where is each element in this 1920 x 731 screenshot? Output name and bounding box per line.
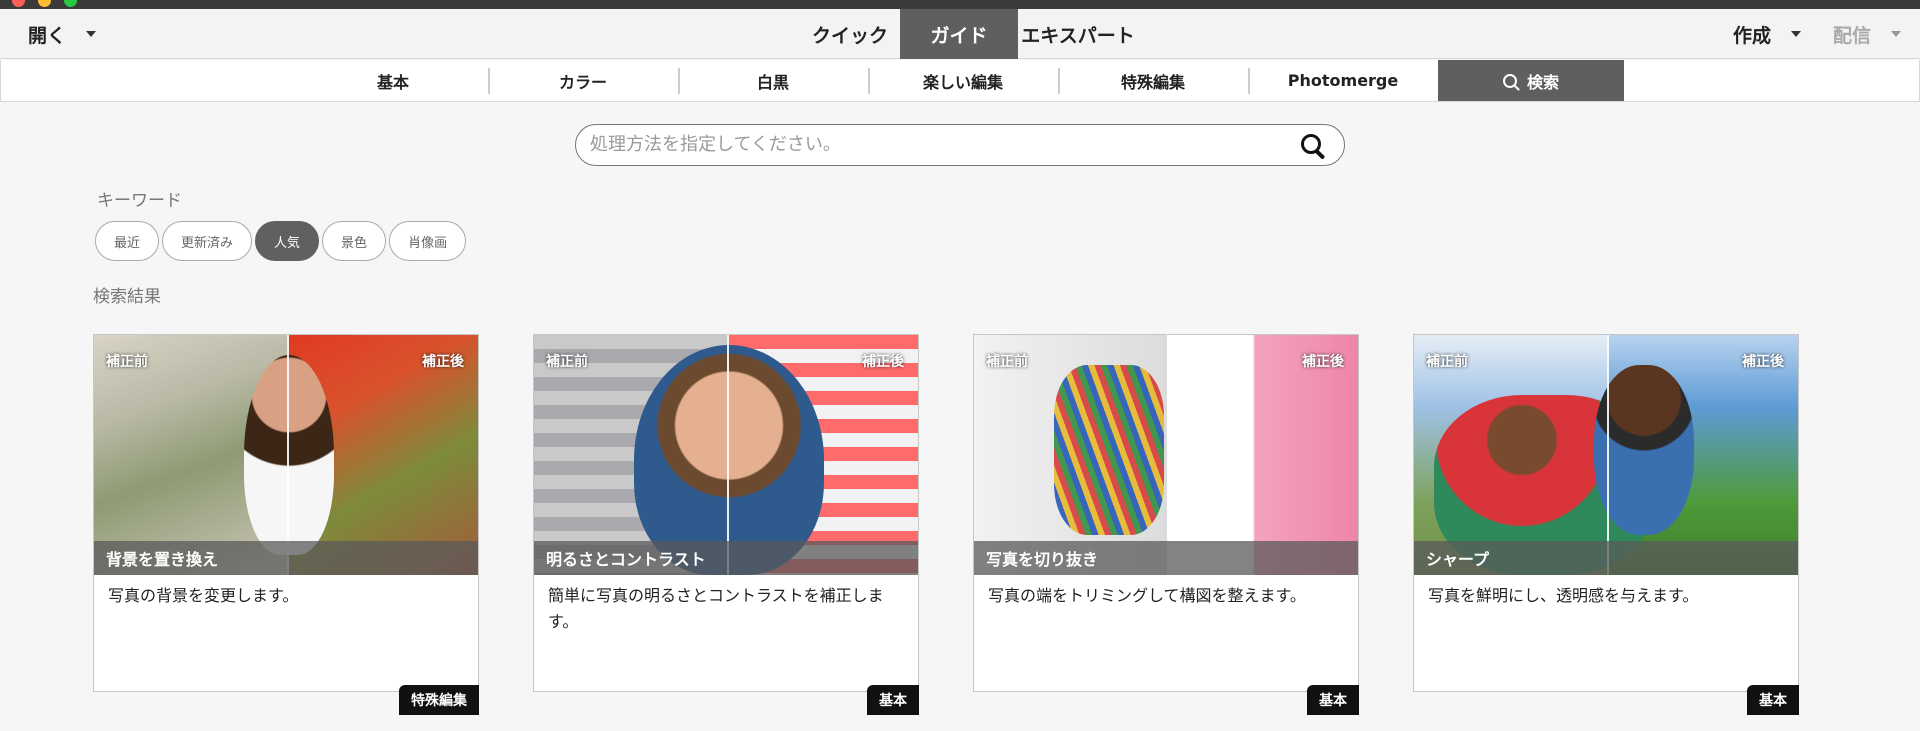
tab-photomerge[interactable]: Photomerge [1248,60,1438,101]
photo-subject [1054,365,1164,535]
tab-search[interactable]: 検索 [1438,60,1624,101]
category-badge: 基本 [867,685,919,715]
chip-portrait[interactable]: 肖像画 [389,221,467,261]
tab-search-label: 検索 [1526,72,1559,92]
photo-subject [1594,365,1694,535]
photo-subject [244,355,334,555]
search-input[interactable] [590,125,1280,164]
create-button[interactable]: 作成 [1733,9,1802,59]
result-card-replace-background[interactable]: 補正前 補正後 背景を置き換え 写真の背景を変更します。 特殊編集 [93,334,479,715]
zoom-window-icon[interactable] [64,0,77,7]
window-titlebar [0,0,1920,9]
chevron-down-icon [86,31,97,37]
card-title: 背景を置き換え [94,541,478,575]
before-tag: 補正前 [546,354,588,370]
chip-landscape[interactable]: 景色 [322,221,387,261]
mode-switcher: クイック ガイド エキスパート [800,9,1138,59]
mode-bar: 開く クイック ガイド エキスパート 作成 配信 [0,9,1920,59]
card-title: 明るさとコントラスト [534,541,918,575]
card-title: シャープ [1414,541,1798,575]
tab-black-white[interactable]: 白黒 [678,60,868,101]
share-label: 配信 [1833,24,1872,47]
chevron-down-icon [1791,31,1802,37]
before-tag: 補正前 [106,354,148,370]
keyword-chips: 最近 更新済み 人気 景色 肖像画 [95,221,467,261]
split-divider [287,335,289,575]
result-card-sharpen[interactable]: 補正前 補正後 シャープ 写真を鮮明にし、透明感を与えます。 基本 [1413,334,1799,715]
result-card-brightness-contrast[interactable]: 補正前 補正後 明るさとコントラスト 簡単に写真の明るさとコントラストを補正しま… [533,334,919,715]
card-description: 写真を鮮明にし、透明感を与えます。 [1428,586,1699,605]
card-description: 写真の背景を変更します。 [108,586,299,605]
after-tag: 補正後 [1742,354,1784,370]
chip-popular[interactable]: 人気 [255,221,320,261]
keywords-heading: キーワード [97,191,182,211]
before-after-thumbnail: 補正前 補正後 写真を切り抜き [974,335,1358,575]
create-label: 作成 [1733,24,1772,47]
split-divider [727,335,729,575]
open-button[interactable]: 開く [28,9,97,59]
search-submit-button[interactable] [1298,131,1328,161]
close-window-icon[interactable] [12,0,25,7]
card-description: 写真の端をトリミングして構図を整えます。 [988,586,1306,605]
after-tag: 補正後 [862,354,904,370]
chip-recent[interactable]: 最近 [95,221,160,261]
tab-fun-edits[interactable]: 楽しい編集 [868,60,1058,101]
tab-basic[interactable]: 基本 [298,60,488,101]
category-badge: 基本 [1307,685,1359,715]
split-divider [1167,335,1169,575]
mode-expert[interactable]: エキスパート [1018,9,1138,59]
search-box [575,124,1345,166]
category-badge: 基本 [1747,685,1799,715]
share-button[interactable]: 配信 [1833,9,1902,59]
card-description: 簡単に写真の明るさとコントラストを補正します。 [548,586,884,631]
split-divider [1607,335,1609,575]
before-after-thumbnail: 補正前 補正後 背景を置き換え [94,335,478,575]
mode-quick[interactable]: クイック [800,9,900,59]
tab-color[interactable]: カラー [488,60,678,101]
open-label: 開く [28,24,67,47]
chevron-down-icon [1891,31,1902,37]
chip-updated[interactable]: 更新済み [162,221,253,261]
category-badge: 特殊編集 [399,685,479,715]
minimize-window-icon[interactable] [38,0,51,7]
before-tag: 補正前 [986,354,1028,370]
result-card-crop[interactable]: 補正前 補正後 写真を切り抜き 写真の端をトリミングして構図を整えます。 基本 [973,334,1359,715]
tab-special-edits[interactable]: 特殊編集 [1058,60,1248,101]
card-title: 写真を切り抜き [974,541,1358,575]
results-heading: 検索結果 [93,287,161,307]
after-tag: 補正後 [1302,354,1344,370]
before-after-thumbnail: 補正前 補正後 明るさとコントラスト [534,335,918,575]
before-after-thumbnail: 補正前 補正後 シャープ [1414,335,1798,575]
before-tag: 補正前 [1426,354,1468,370]
after-tag: 補正後 [422,354,464,370]
search-icon [1502,73,1517,88]
category-tabbar: 基本 カラー 白黒 楽しい編集 特殊編集 Photomerge 検索 [0,60,1920,102]
mode-guide[interactable]: ガイド [900,9,1018,59]
